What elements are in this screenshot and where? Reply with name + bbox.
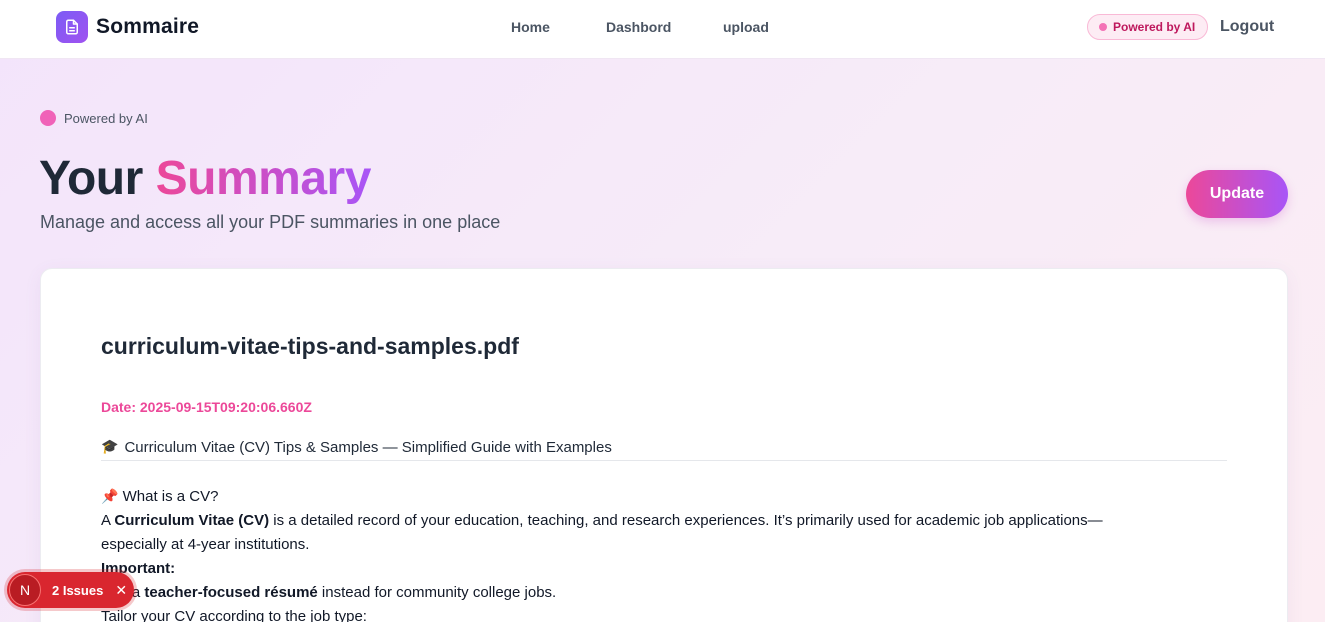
section-title-text: What is a CV?: [122, 488, 219, 505]
powered-by-ai-badge: Powered by AI: [1087, 14, 1209, 40]
issues-count-label[interactable]: 2 Issues: [52, 583, 103, 598]
page-title-plain: Your: [39, 152, 143, 205]
update-button[interactable]: Update: [1186, 170, 1288, 218]
logout-button[interactable]: Logout: [1220, 18, 1274, 36]
paragraph-resume-tip: Use a teacher-focused résumé instead for…: [101, 581, 556, 605]
paragraph-text: instead for community college jobs.: [317, 584, 557, 601]
dev-issues-indicator[interactable]: N 2 Issues ✕: [7, 572, 134, 608]
summary-heading: 🎓 Curriculum Vitae (CV) Tips & Samples —…: [101, 439, 1227, 461]
bold-term: teacher-focused résumé: [144, 584, 318, 601]
nav-link-upload[interactable]: upload: [723, 19, 769, 35]
bold-term: Curriculum Vitae (CV): [114, 512, 270, 529]
nav-link-home[interactable]: Home: [511, 19, 550, 35]
top-navigation-bar: Sommaire Home Dashbord upload Powered by…: [0, 0, 1325, 59]
paragraph-text: is a detailed record of your education, …: [269, 512, 1103, 529]
section-title: 📌 What is a CV?: [101, 485, 218, 509]
graduation-cap-icon: 🎓: [101, 439, 119, 455]
summary-heading-text: Curriculum Vitae (CV) Tips & Samples — S…: [124, 439, 612, 456]
pink-dot-icon: [40, 110, 56, 126]
nav-link-dashboard[interactable]: Dashbord: [606, 19, 671, 35]
nextjs-logo-icon: N: [9, 574, 41, 606]
pushpin-icon: 📌: [101, 489, 119, 505]
summary-card: curriculum-vitae-tips-and-samples.pdf Da…: [40, 268, 1288, 622]
summary-file-name: curriculum-vitae-tips-and-samples.pdf: [101, 333, 519, 359]
brand-name: Sommaire: [96, 15, 200, 38]
paragraph-cv-definition: A Curriculum Vitae (CV) is a detailed re…: [101, 509, 1103, 533]
powered-by-ai-label: Powered by AI: [1113, 20, 1196, 34]
hero-badge-label: Powered by AI: [64, 110, 148, 126]
hero-badge: Powered by AI: [40, 110, 148, 126]
paragraph-tailor: Tailor your CV according to the job type…: [101, 608, 367, 622]
brand-logo-link[interactable]: Sommaire: [56, 11, 199, 43]
paragraph-cv-definition-line2: especially at 4-year institutions.: [101, 536, 310, 553]
close-icon[interactable]: ✕: [115, 582, 127, 599]
page-title-accent: Summary: [155, 152, 372, 205]
paragraph-text: A: [101, 512, 115, 529]
document-icon: [56, 11, 88, 43]
page-subtitle: Manage and access all your PDF summaries…: [40, 212, 501, 232]
summary-date: Date: 2025-09-15T09:20:06.660Z: [101, 399, 312, 415]
page-title: Your Summary: [39, 150, 371, 208]
status-dot-icon: [1099, 23, 1107, 31]
